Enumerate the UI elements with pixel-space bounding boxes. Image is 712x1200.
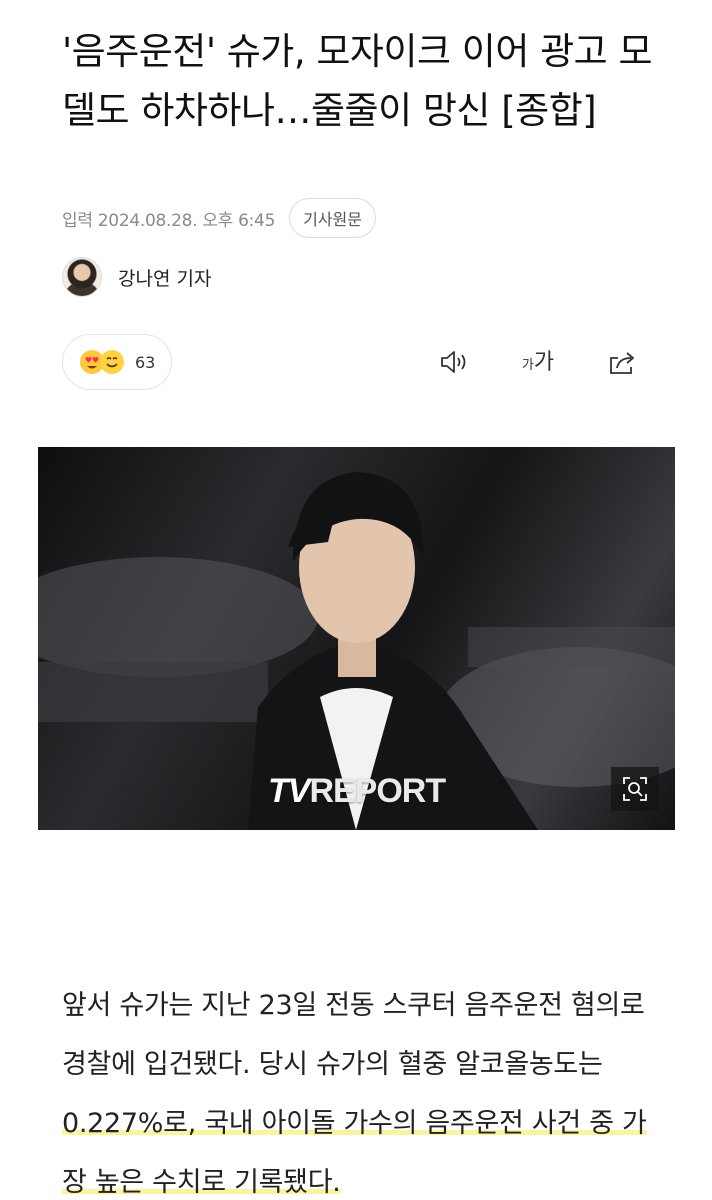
share-icon [610,352,634,374]
listen-button[interactable] [436,344,472,380]
watermark-report: REPORT [309,772,446,810]
smile-emoji-icon [100,350,124,374]
watermark-tv: TV [268,772,310,810]
article-headline: '음주운전' 슈가, 모자이크 이어 광고 모델도 하차하나…줄줄이 망신 [종… [62,30,653,132]
zoom-icon [623,777,647,801]
article-body-paragraph: 앞서 슈가는 지난 23일 전동 스쿠터 음주운전 혐의로 경찰에 입건됐다. … [62,976,662,1200]
speaker-icon [441,351,466,373]
original-article-button[interactable]: 기사원문 [289,198,376,238]
publish-date: 입력 2024.08.28. 오후 6:45 [62,210,276,231]
share-button[interactable] [604,344,640,380]
font-size-button[interactable]: 가가 [520,344,556,380]
author-name[interactable]: 강나연 기자 [118,264,211,291]
article-toolbar: 가가 [436,340,640,384]
article-meta: 입력 2024.08.28. 오후 6:45 기사원문 [62,198,376,238]
body-text-highlight: 0.227%로, 국내 아이돌 가수의 음주운전 사건 중 가장 높은 수치로 … [62,1108,647,1200]
font-size-large-label: 가 [533,350,555,375]
reaction-button[interactable]: 63 [62,334,172,390]
photo-zoom-button[interactable] [611,767,659,811]
body-text-plain: 앞서 슈가는 지난 23일 전동 스쿠터 음주운전 혐의로 경찰에 입건됐다. … [62,990,645,1080]
author-avatar[interactable] [62,257,102,297]
author-row[interactable]: 강나연 기자 [62,256,211,298]
reaction-count: 63 [135,352,156,372]
tvreport-watermark: TVREPORT [268,772,446,811]
font-size-small-label: 가 [521,358,534,373]
